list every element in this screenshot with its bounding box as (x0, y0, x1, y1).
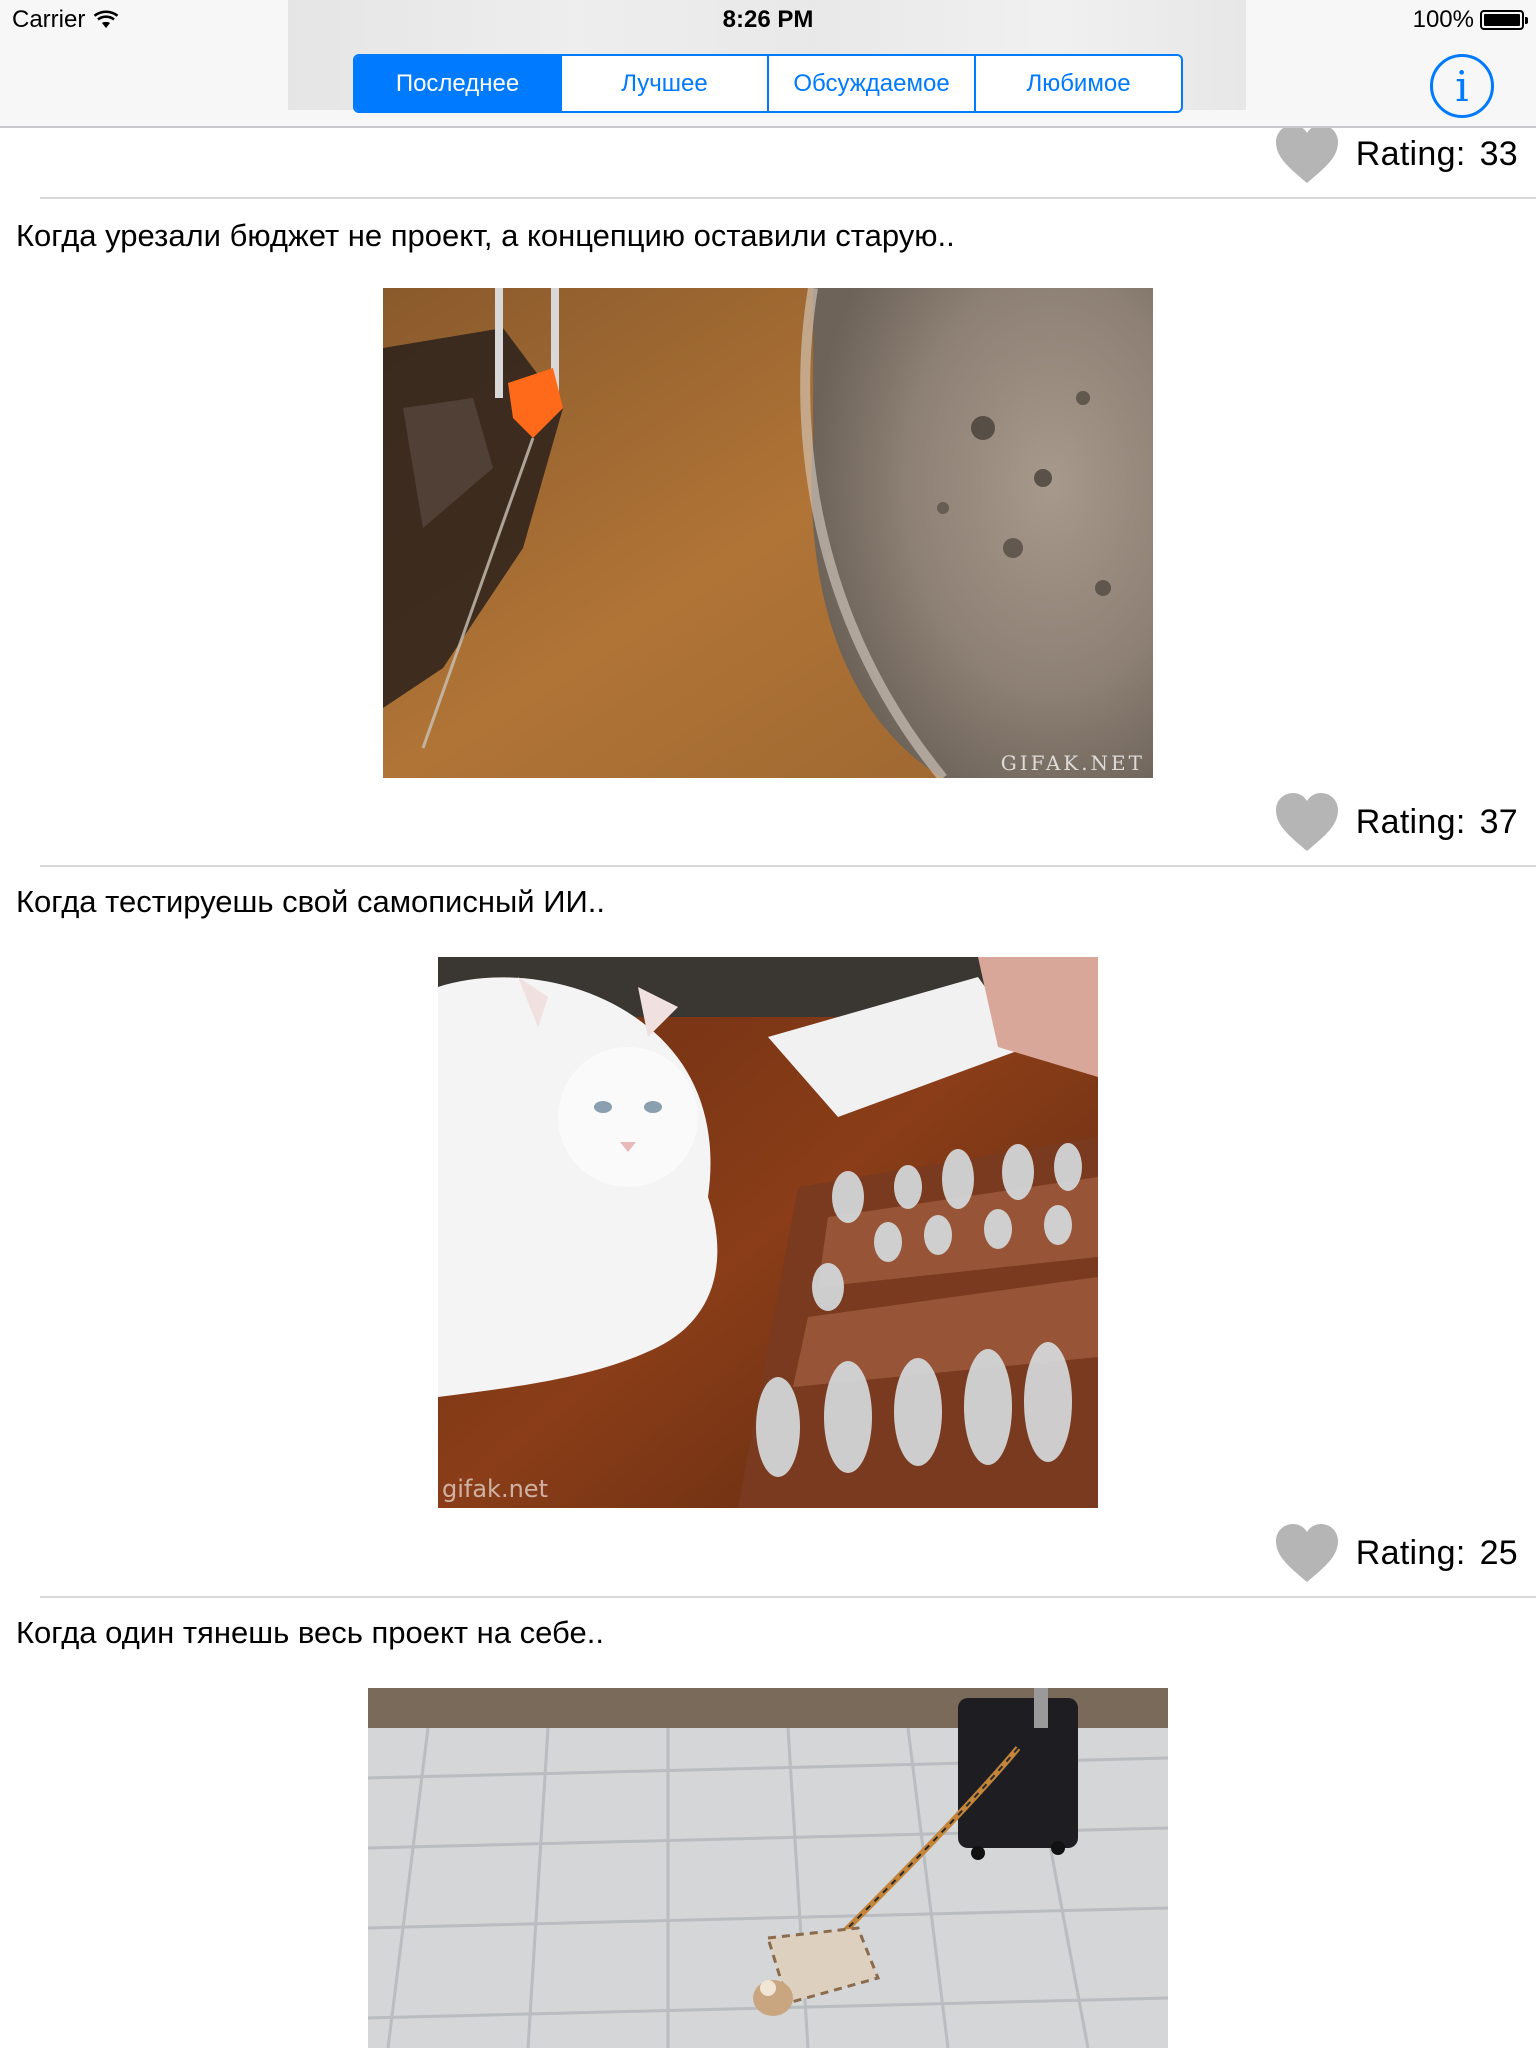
rating-value: Rating: 37 (1355, 802, 1518, 841)
heart-icon[interactable] (1274, 791, 1340, 853)
feed-list[interactable]: Rating: 33 Когда урезали бюджет не проект… (0, 0, 1536, 2048)
row-separator (40, 1596, 1536, 1598)
row-separator (40, 865, 1536, 867)
tab-favorites[interactable]: Любимое (974, 56, 1181, 111)
post-gif-image[interactable] (368, 1688, 1168, 2048)
navigation-bar: Carrier 8:26 PM 100% Последнее Лучшее Об… (0, 0, 1536, 128)
post-caption: Когда урезали бюджет не проект, а концеп… (16, 218, 955, 253)
rating-row: Rating: 33 (1274, 120, 1518, 188)
gif-watermark: GIFAK.NET (1001, 751, 1145, 775)
rating-value: Rating: 25 (1355, 1533, 1518, 1572)
row-separator (40, 197, 1536, 199)
feed-segmented-control[interactable]: Последнее Лучшее Обсуждаемое Любимое (353, 54, 1183, 113)
heart-icon[interactable] (1274, 1522, 1340, 1584)
battery-percent: 100% (1412, 6, 1474, 33)
gif-watermark: gifak.net (442, 1475, 548, 1503)
heart-icon[interactable] (1274, 123, 1340, 185)
post-caption: Когда тестируешь свой самописный ИИ.. (16, 884, 605, 919)
rating-row: Rating: 37 (1274, 788, 1518, 856)
tab-best[interactable]: Лучшее (560, 56, 767, 111)
tab-discussed[interactable]: Обсуждаемое (767, 56, 974, 111)
rating-row: Rating: 25 (1274, 1519, 1518, 1587)
status-time: 8:26 PM (722, 6, 814, 33)
rating-value: Rating: 33 (1355, 134, 1518, 173)
tab-latest[interactable]: Последнее (355, 56, 560, 111)
info-icon: i (1455, 61, 1469, 111)
info-button[interactable]: i (1430, 54, 1494, 118)
post-gif-image[interactable]: GIFAK.NET (383, 288, 1153, 778)
status-battery: 100% (1412, 6, 1528, 34)
post-gif-image[interactable]: gifak.net (438, 957, 1098, 1508)
post-caption: Когда один тянешь весь проект на себе.. (16, 1615, 604, 1650)
battery-icon (1480, 10, 1528, 30)
